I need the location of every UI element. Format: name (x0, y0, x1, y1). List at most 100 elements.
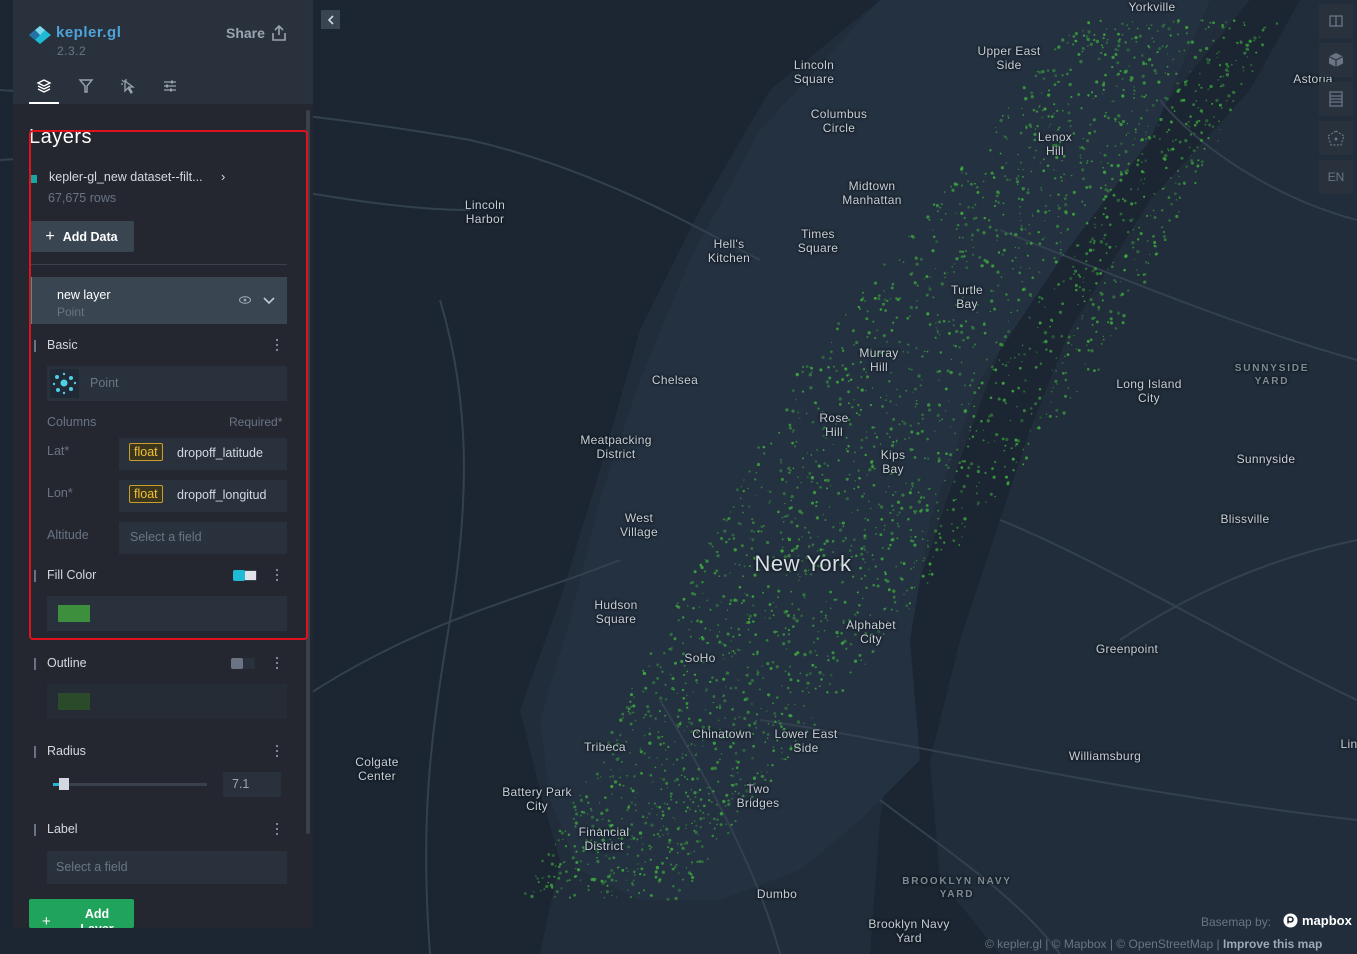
map-point (1031, 276, 1035, 280)
map-point (1072, 43, 1075, 46)
chevron-down-icon[interactable] (263, 294, 275, 306)
map-point (986, 419, 990, 423)
map-point (644, 861, 646, 863)
map-point (860, 376, 863, 378)
tab-map-settings[interactable] (155, 74, 185, 104)
map-point (1140, 170, 1144, 174)
basic-menu-icon[interactable] (275, 339, 279, 353)
map-point (752, 604, 755, 607)
map-point (670, 847, 674, 851)
map-point (1133, 89, 1136, 92)
split-map-button[interactable] (1319, 4, 1353, 38)
locale-button[interactable]: EN (1319, 160, 1353, 194)
map-point (1029, 407, 1033, 410)
map-point (949, 185, 953, 188)
lat-field-select[interactable]: float dropoff_latitude (119, 438, 287, 470)
map-point (1207, 26, 1210, 28)
map-point (758, 688, 761, 691)
mapbox-logo[interactable]: mapbox (1283, 913, 1352, 928)
map-point (862, 291, 864, 294)
map-point (783, 758, 786, 761)
layer-panel-header[interactable]: new layer Point (29, 277, 287, 324)
label-field-select[interactable]: Select a field (47, 851, 287, 884)
map-point (648, 732, 652, 736)
map-point (1107, 268, 1109, 270)
app-logo[interactable]: kepler.gl (29, 24, 121, 44)
map-point (1000, 343, 1005, 347)
legend-button[interactable] (1319, 82, 1353, 116)
map-point (1064, 211, 1068, 215)
map-point (767, 723, 770, 725)
lon-field-select[interactable]: float dropoff_longitud (119, 480, 287, 512)
3d-view-button[interactable] (1319, 43, 1353, 77)
altitude-field-select[interactable]: Select a field (119, 522, 287, 554)
map-point (788, 423, 792, 427)
fill-color-toggle[interactable] (233, 570, 257, 581)
chevron-right-icon[interactable]: › (221, 169, 225, 184)
map-point (1045, 348, 1048, 351)
map-point (1055, 408, 1059, 412)
map-point (1144, 260, 1148, 264)
map-point (668, 850, 671, 853)
outline-toggle[interactable] (231, 658, 255, 669)
map-point (837, 491, 841, 495)
radius-slider-track[interactable] (53, 778, 207, 790)
map-point (991, 467, 994, 470)
share-button[interactable]: Share (226, 25, 287, 41)
map-point (586, 812, 589, 815)
map-point (992, 290, 994, 292)
tab-interactions[interactable] (113, 74, 143, 104)
map-point (696, 777, 700, 781)
map-point (944, 479, 946, 482)
radius-value-input[interactable]: 7.1 (223, 772, 281, 797)
map-point (806, 476, 809, 479)
map-point (680, 774, 683, 777)
map-point (812, 624, 815, 628)
map-point (693, 592, 697, 596)
outline-menu-icon[interactable] (275, 657, 279, 671)
map-point (1034, 365, 1038, 369)
map-point (857, 485, 860, 489)
radius-menu-icon[interactable] (275, 745, 279, 759)
panel-scrollbar[interactable] (306, 110, 310, 834)
map-point (865, 431, 868, 433)
map-point (855, 412, 858, 415)
map-point (1081, 288, 1086, 292)
fill-color-menu-icon[interactable] (275, 569, 279, 583)
map-point (725, 518, 729, 522)
map-point (695, 840, 698, 843)
map-point (976, 228, 980, 232)
attribution-text[interactable]: © kepler.gl | © Mapbox | © OpenStreetMap… (985, 937, 1220, 951)
map-point (801, 370, 805, 374)
map-point (909, 528, 913, 532)
map-point (1218, 51, 1220, 53)
layer-name[interactable]: new layer (57, 288, 111, 302)
map-point (579, 879, 582, 882)
map-point (1002, 398, 1006, 402)
map-point (795, 619, 799, 623)
eye-icon[interactable] (239, 296, 251, 304)
improve-map-link[interactable]: Improve this map (1223, 937, 1322, 951)
outline-color-picker[interactable] (47, 684, 287, 719)
map-point (1183, 82, 1188, 87)
map-point (872, 559, 875, 561)
map-point (935, 321, 937, 324)
map-point (656, 814, 658, 816)
map-point (572, 817, 575, 820)
map-point (924, 457, 926, 460)
map-point (938, 532, 941, 535)
collapse-panel-button[interactable] (321, 10, 340, 29)
draw-polygon-button[interactable] (1319, 121, 1353, 155)
map-point (717, 719, 720, 722)
add-data-button[interactable]: + Add Data (29, 221, 134, 252)
map-point (975, 492, 978, 495)
tab-layers[interactable] (29, 74, 59, 104)
fill-color-picker[interactable] (47, 596, 287, 631)
add-layer-button[interactable]: + Add Layer (29, 899, 134, 928)
radius-slider-handle[interactable] (59, 778, 69, 790)
map-point (936, 413, 940, 418)
tab-filters[interactable] (71, 74, 101, 104)
label-menu-icon[interactable] (275, 823, 279, 837)
layer-type-select[interactable]: Point (47, 366, 287, 401)
map-point (698, 606, 701, 608)
